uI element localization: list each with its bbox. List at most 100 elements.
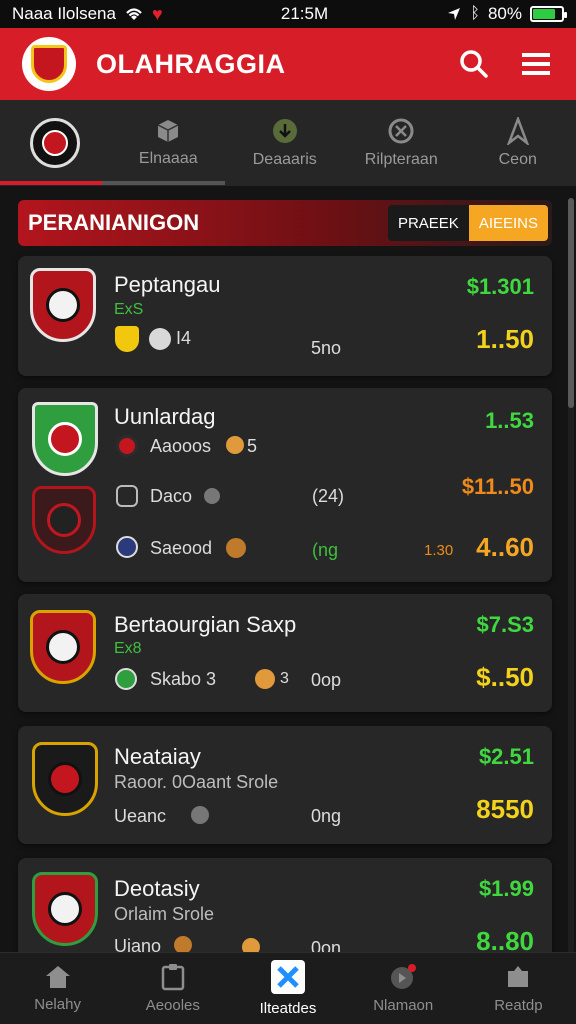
- bottom-nav: Nelahy Aeooles Ilteatdes Nlamaon Reatdp: [0, 952, 576, 1024]
- tab-label: Ceon: [498, 151, 537, 168]
- small-odds: 1.30: [424, 542, 454, 559]
- center-value: 0ng: [311, 806, 342, 826]
- tab-3[interactable]: Ceon: [460, 100, 576, 186]
- app-title: OLAHRAGGIA: [96, 48, 286, 79]
- bottom-nav-label: Aeooles: [145, 997, 200, 1014]
- price: $2.51: [478, 744, 534, 769]
- price: 1..53: [485, 408, 534, 433]
- profile-icon: [508, 966, 529, 987]
- team-sub: ExS: [114, 301, 144, 318]
- battery-label: 80%: [487, 4, 522, 23]
- team-crest: [32, 486, 96, 554]
- carrier-label: Naaa Ilolsena: [12, 4, 116, 23]
- team-name: Uunlardag: [114, 404, 216, 429]
- shield-badge-icon: [115, 326, 139, 352]
- tab-2[interactable]: Rilpteraan: [343, 100, 460, 186]
- team-crest: [32, 742, 98, 816]
- clock: 21:5M: [280, 4, 329, 23]
- tab-0[interactable]: Elnaaaa: [110, 100, 227, 186]
- odds-button[interactable]: 4..60: [476, 532, 534, 563]
- bottom-nav-item-home[interactable]: Nelahy: [0, 953, 115, 1024]
- wifi-icon: [126, 8, 142, 20]
- bottom-nav-item-profile[interactable]: Reatdp: [461, 953, 576, 1024]
- team-sub: Raoor. 0Oaant Srole: [114, 772, 279, 792]
- row-label: Saeood: [150, 538, 213, 558]
- menu-icon: [522, 53, 550, 75]
- bottom-nav-label: Ilteatdes: [259, 1000, 317, 1017]
- ball-icon: [48, 422, 82, 456]
- club-badge[interactable]: [0, 100, 110, 186]
- home-icon: [45, 966, 70, 988]
- price: $7.S3: [476, 612, 535, 637]
- price: $1.301: [466, 274, 534, 299]
- team-crest: [32, 402, 98, 476]
- team-name: Neataiay: [114, 744, 201, 769]
- ticket-icon: [271, 960, 305, 994]
- location-icon: [448, 8, 461, 20]
- app-header: OLAHRAGGIA: [0, 28, 576, 100]
- shield-icon: [31, 45, 67, 83]
- menu-button[interactable]: [512, 40, 560, 88]
- center-value: (ng: [312, 540, 339, 560]
- club-badge-icon: [30, 118, 80, 168]
- row-extra: 5: [247, 436, 258, 456]
- bottom-nav-label: Nlamaon: [373, 997, 434, 1014]
- team-crest: [30, 610, 96, 684]
- meta-count: I4: [176, 328, 192, 348]
- circle-cross-icon: [388, 118, 414, 144]
- meta-label: Ueanc: [114, 806, 167, 826]
- shield-green-icon: [115, 668, 137, 690]
- scrollbar[interactable]: [568, 198, 574, 954]
- segment-b-button[interactable]: AIEEINS: [468, 205, 548, 241]
- segment-a-button[interactable]: PRAEEK: [387, 205, 469, 241]
- odds-button[interactable]: 8550: [476, 794, 534, 825]
- match-card[interactable]: Bertaourgian Saxp Ex8 Skabo 3 3 0op $7.S…: [18, 594, 552, 712]
- shield-small-icon: [191, 806, 209, 824]
- compass-icon: [506, 117, 529, 145]
- bluetooth-icon: ᛒ: [470, 5, 480, 22]
- center-value: (24): [312, 486, 345, 506]
- bottom-nav-label: Reatdp: [494, 997, 543, 1014]
- coin-icon: [226, 436, 244, 454]
- price: $11..50: [461, 474, 534, 499]
- odds-button[interactable]: $..50: [476, 662, 534, 693]
- search-icon: [460, 50, 488, 78]
- team-crest: [30, 268, 96, 342]
- center-value: 0op: [311, 670, 342, 690]
- controller-icon: [116, 485, 138, 507]
- section-title: PERANIANIGON: [28, 210, 200, 235]
- tab-label: Elnaaaa: [138, 150, 198, 167]
- bottom-nav-item-tickets[interactable]: Ilteatdes: [230, 953, 345, 1024]
- match-card[interactable]: Neataiay Raoor. 0Oaant Srole Ueanc 0ng $…: [18, 726, 552, 844]
- bottom-nav-item-notifications[interactable]: Nlamaon: [346, 953, 461, 1024]
- team-sub: Ex8: [114, 640, 142, 657]
- app-logo[interactable]: [22, 37, 76, 91]
- status-bar: Naaa Ilolsena ♥ 21:5M ᛒ 80%: [0, 0, 576, 28]
- price: $1.99: [478, 876, 534, 901]
- bull-icon: [46, 630, 80, 664]
- tab-label: Deaaaris: [252, 151, 317, 168]
- bottom-nav-label: Nelahy: [34, 996, 81, 1013]
- odds-button[interactable]: 1..50: [476, 324, 534, 355]
- tab-1[interactable]: Deaaaris: [227, 100, 344, 186]
- team-badge-icon: [116, 536, 138, 558]
- scroll-thumb[interactable]: [568, 198, 574, 408]
- search-button[interactable]: [450, 40, 498, 88]
- battery-fill: [532, 9, 556, 19]
- segment-control: PRAEEK AIEEINS: [387, 205, 548, 241]
- ball-icon: [149, 328, 171, 350]
- match-card[interactable]: Peptangau ExS I4 5no $1.301 1..50: [18, 256, 552, 376]
- match-card[interactable]: Uunlardag Aaooos 5 1..53 Daco (24) $11..…: [18, 388, 552, 582]
- team-name: Deotasiy: [114, 876, 200, 901]
- nav-tabs: Elnaaaa Deaaaris Rilpteraan Ceon: [0, 100, 576, 186]
- meta-label: Skabo 3: [150, 669, 217, 689]
- meta-extra: 3: [280, 670, 289, 687]
- bottom-nav-item-activity[interactable]: Aeooles: [115, 953, 230, 1024]
- bull-icon: [48, 762, 82, 796]
- bell-icon: [391, 964, 417, 989]
- team-crest: [32, 872, 98, 946]
- team-name: Peptangau: [114, 272, 221, 297]
- heart-icon: ♥: [151, 3, 163, 24]
- box-icon: [157, 120, 179, 142]
- arrow-down-icon: [272, 119, 297, 143]
